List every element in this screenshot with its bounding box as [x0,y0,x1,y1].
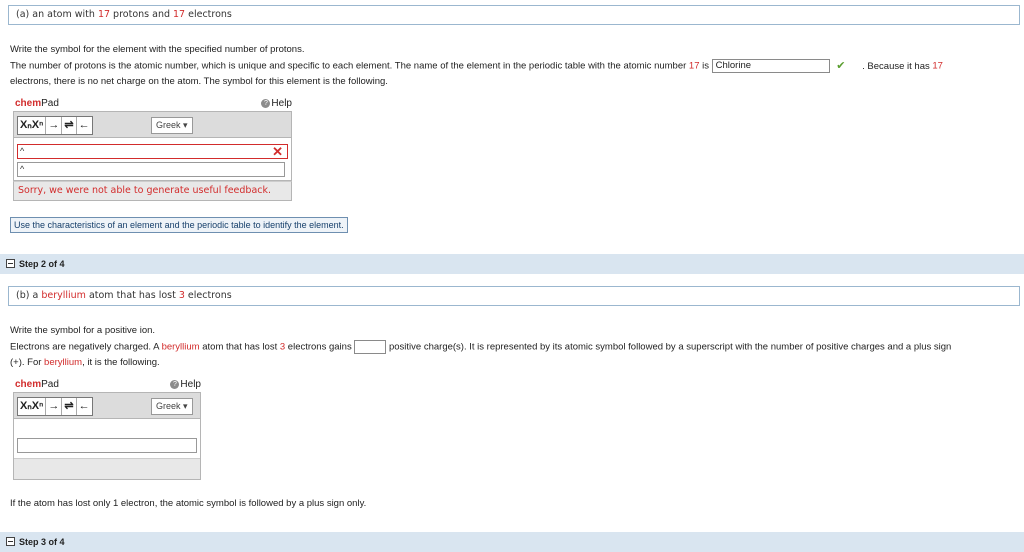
help-icon: ? [261,98,271,108]
equilibrium-button[interactable]: ⇌ [62,117,77,134]
format-button-group: XₙXⁿ → ⇌ ← [17,397,93,416]
instruction-line: Write the symbol for a positive ion. [10,325,156,336]
explanation-line: electrons, there is no net charge on the… [10,76,388,87]
explanation-text: Electrons are negatively charged. A [10,341,162,353]
explanation-line: The number of protons is the atomic numb… [10,59,943,73]
equilibrium-button[interactable]: ⇌ [62,398,77,415]
chempad-header: chemPad ? Help [13,378,201,392]
explanation-text: electrons gains [285,341,355,353]
explanation-line: (+). For beryllium, it is the following. [10,356,160,369]
explanation-line: Electrons are negatively charged. A bery… [10,340,951,354]
question-text: electrons [184,290,232,301]
chempad-preview: ^ [17,162,285,177]
chempad-title-pad: Pad [41,98,59,109]
arrow-button[interactable]: → [46,398,63,415]
arrow-button[interactable]: → [46,117,63,134]
explanation-text: , it is the following. [82,357,160,368]
chempad-title: chemPad [15,98,59,109]
greek-dropdown[interactable]: Greek ▾ [151,117,193,134]
chempad-editor[interactable] [17,438,197,453]
explanation-text: is [699,60,712,72]
format-button-group: XₙXⁿ → ⇌ ← [17,116,93,135]
note-line: If the atom has lost only 1 electron, th… [10,498,367,509]
subscript-superscript-button[interactable]: XₙXⁿ [18,117,47,134]
subscript-superscript-button[interactable]: XₙXⁿ [18,398,47,415]
explanation-text: . Because it has [862,60,933,72]
back-arrow-button[interactable]: ← [77,398,92,415]
proton-count: 17 [97,9,111,20]
help-link[interactable]: ? Help [170,379,201,390]
question-text: electrons [185,9,232,20]
help-icon: ? [170,379,180,389]
question-b-box: (b) a beryllium atom that has lost 3 ele… [8,286,1020,306]
help-label: Help [180,379,201,390]
atomic-number: 17 [688,60,700,72]
back-arrow-button[interactable]: ← [77,117,92,134]
question-text: (b) a [16,290,42,301]
chempad-title-chem: chem [15,98,42,109]
step-3-header[interactable]: Step 3 of 4 [0,532,1024,552]
chempad-title-chem: chem [15,379,42,390]
greek-dropdown[interactable]: Greek ▾ [151,398,193,415]
element-name-input[interactable]: Chlorine [711,59,830,73]
chempad-title-pad: Pad [41,379,59,390]
element-name: beryllium [44,357,83,368]
element-name: beryllium [41,290,86,301]
step-title: Step 2 of 4 [19,259,65,269]
electron-count: 17 [173,9,186,20]
feedback-message: Sorry, we were not able to generate usef… [13,181,292,201]
chempad-header: chemPad ? Help [13,97,292,111]
step-2-header[interactable]: Step 2 of 4 [0,254,1024,274]
explanation-text: positive charge(s). It is represented by… [386,341,952,353]
element-name: beryllium [161,341,200,353]
instruction-line: Write the symbol for the element with th… [10,44,305,55]
explanation-text: The number of protons is the atomic numb… [10,60,689,72]
step-title: Step 3 of 4 [19,537,65,547]
chempad-title: chemPad [15,379,59,390]
chempad-1: chemPad ? Help XₙXⁿ → ⇌ ← Greek ▾ ^ ✕ ^ S… [13,97,292,201]
chempad-toolbar: XₙXⁿ → ⇌ ← Greek ▾ [13,111,292,138]
question-text: atom that has lost [85,290,179,301]
question-text: (a) an atom with [16,9,98,20]
explanation-text: (+). For [10,357,45,368]
editor-caret: ^ [20,146,25,156]
question-a-box: (a) an atom with 17 protons and 17 elect… [8,5,1020,25]
chempad-editor[interactable]: ^ ✕ [17,144,288,159]
hint-button[interactable]: Use the characteristics of an element an… [10,217,348,233]
chempad-toolbar: XₙXⁿ → ⇌ ← Greek ▾ [13,392,201,419]
correct-check-icon: ✔ [836,59,846,72]
charge-count-input[interactable] [354,340,387,354]
chempad-footer [14,458,200,479]
chempad-2: chemPad ? Help XₙXⁿ → ⇌ ← Greek ▾ [13,378,201,480]
chempad-body: ^ ✕ ^ [13,138,292,181]
help-label: Help [271,98,292,109]
question-text: protons and [110,9,174,20]
electron-count: 17 [932,60,943,72]
incorrect-x-icon: ✕ [272,144,283,159]
collapse-icon[interactable] [6,259,15,269]
help-link[interactable]: ? Help [261,98,292,109]
chempad-body [13,419,201,480]
explanation-text: atom that has lost [199,341,280,353]
